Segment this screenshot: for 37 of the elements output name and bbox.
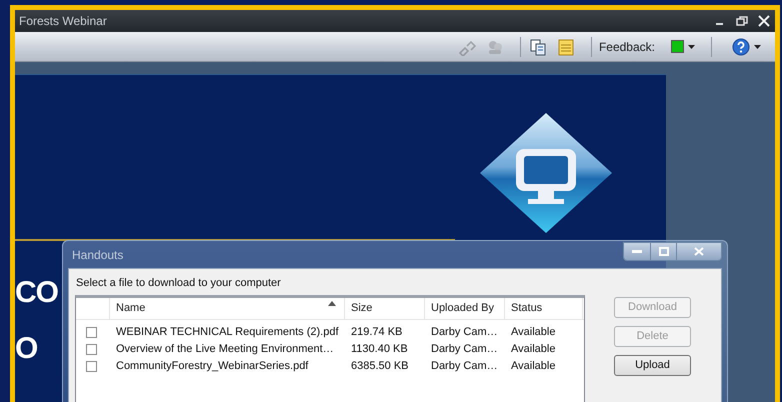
restore-icon[interactable] xyxy=(735,15,749,27)
close-icon[interactable] xyxy=(757,15,771,27)
table-cell-text: 6385.50 KB xyxy=(350,358,410,374)
dialog-title: Handouts xyxy=(71,246,124,264)
help-icon xyxy=(732,38,750,56)
caret-icon xyxy=(754,44,761,48)
checkbox[interactable] xyxy=(86,344,97,354)
table-cell-text: Available xyxy=(510,342,556,357)
column-header[interactable]: Name xyxy=(110,298,345,318)
table-cell-text: CommunityForestry_WebinarSeries.pdf xyxy=(115,358,310,374)
upload-button[interactable]: Upload xyxy=(614,354,691,376)
table-cell-text: Darby Cam… xyxy=(430,358,499,374)
feedback-label: Feedback: xyxy=(598,38,655,56)
slide-text: O xyxy=(15,334,38,364)
window-title: Forests Webinar xyxy=(19,13,107,30)
documents-icon[interactable] xyxy=(528,38,548,56)
column-header[interactable]: Status xyxy=(505,298,583,318)
prompt-text: Select a file to download to your computer xyxy=(76,276,282,291)
column-header[interactable]: Size xyxy=(345,298,425,318)
table-cell-text: Overview of the Live Meeting Environment… xyxy=(115,342,335,357)
checkbox[interactable] xyxy=(86,360,97,372)
checkbox[interactable] xyxy=(86,326,97,338)
notepad-icon[interactable] xyxy=(556,38,576,56)
table-cell-text: 219.74 KB xyxy=(350,324,404,340)
table-cell-text: Available xyxy=(510,324,556,340)
maximize-icon[interactable] xyxy=(651,243,677,260)
table-cell-text: Available xyxy=(510,358,556,374)
help-dropdown[interactable] xyxy=(732,38,761,56)
table-cell-text: WEBINAR TECHNICAL Requirements (2).pdf xyxy=(115,324,340,340)
slide-text: CO xyxy=(15,278,58,308)
column-header[interactable]: Uploaded By xyxy=(425,298,505,318)
feedback-dropdown[interactable] xyxy=(671,40,695,53)
table-cell-text: Darby Cam… xyxy=(430,342,499,357)
table-cell-text: Darby Cam… xyxy=(430,324,499,340)
monitor-icon xyxy=(478,111,614,235)
table-cell-text: 1130.40 KB xyxy=(350,342,409,357)
caret-icon xyxy=(688,44,695,48)
